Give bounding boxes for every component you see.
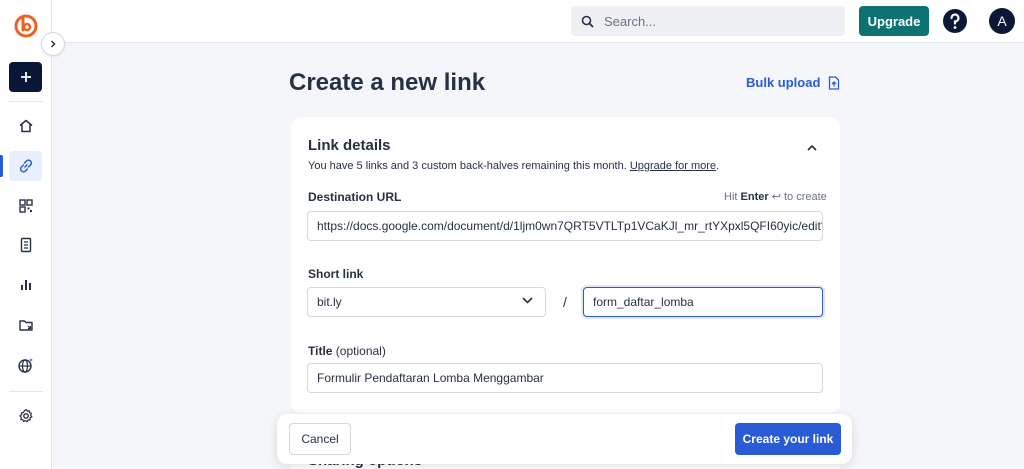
link-icon (19, 159, 32, 173)
page-icon (20, 237, 31, 253)
page-title: Create a new link (289, 69, 486, 96)
hint-key: Enter (740, 191, 769, 203)
sidebar-item-links[interactable] (0, 151, 42, 181)
destination-url-label: Destination URL (308, 190, 402, 204)
chevron-up-icon (807, 144, 817, 151)
bitly-logo[interactable] (13, 12, 39, 38)
chevron-right-icon (50, 40, 56, 48)
period: . (716, 160, 720, 172)
bulk-upload-link[interactable]: Bulk upload (746, 75, 840, 90)
link-details-card: Link details You have 5 links and 3 cust… (291, 117, 840, 413)
domain-value: bit.ly (317, 295, 342, 309)
create-link-button[interactable]: Create your link (735, 423, 841, 455)
qr-code-icon (18, 199, 33, 213)
sidebar-item-home[interactable] (9, 111, 42, 141)
gear-icon (18, 408, 32, 423)
file-upload-icon (829, 75, 840, 90)
sidebar-item-pages[interactable] (9, 230, 42, 260)
quota-notice: You have 5 links and 3 custom back-halve… (308, 160, 719, 172)
link-details-heading: Link details (308, 137, 391, 154)
path-separator: / (563, 294, 567, 310)
title-label-text: Title (308, 344, 333, 358)
cancel-button[interactable]: Cancel (289, 423, 351, 455)
avatar[interactable]: A (989, 8, 1015, 34)
upgrade-button[interactable]: Upgrade (859, 6, 929, 36)
plus-icon (20, 72, 31, 82)
sidebar-expand-button[interactable] (41, 32, 65, 56)
form-footer: Cancel Create your link (277, 414, 852, 464)
sidebar-item-campaigns[interactable] (9, 310, 42, 340)
home-icon (19, 119, 32, 133)
hint-prefix: Hit (724, 191, 738, 203)
search-icon (581, 15, 594, 28)
sidebar-divider (9, 101, 43, 102)
search-input[interactable] (604, 13, 824, 29)
sidebar-item-settings[interactable] (9, 401, 42, 431)
title-label: Title (optional) (308, 344, 386, 358)
quota-text: You have 5 links and 3 custom back-halve… (308, 160, 627, 172)
help-button[interactable] (942, 8, 968, 34)
bar-chart-icon (20, 280, 31, 290)
chevron-down-icon (522, 297, 533, 304)
active-indicator (0, 155, 3, 177)
top-bar: Upgrade A (52, 0, 1024, 43)
domain-select[interactable]: bit.ly (307, 287, 546, 317)
short-link-label: Short link (308, 267, 364, 281)
sidebar-item-qr-codes[interactable] (9, 191, 42, 221)
back-half-input[interactable]: form_daftar_lomba (583, 287, 823, 317)
sidebar-item-custom-domains[interactable] (9, 350, 42, 380)
sidebar (0, 0, 52, 469)
sidebar-divider (9, 391, 43, 392)
globe-icon (17, 358, 33, 373)
collapse-section-button[interactable] (807, 138, 817, 156)
sidebar-item-analytics[interactable] (9, 270, 42, 300)
enter-key-icon: ↩ (771, 191, 781, 203)
enter-hint: Hit Enter ↩ to create (724, 190, 827, 203)
title-input[interactable]: Formulir Pendaftaran Lomba Menggambar (307, 363, 823, 393)
create-new-button[interactable] (9, 62, 42, 92)
optional-tag: (optional) (335, 344, 386, 358)
hint-suffix: to create (783, 191, 827, 203)
bulk-upload-label: Bulk upload (746, 75, 821, 90)
folder-icon (18, 320, 33, 331)
question-icon (943, 9, 967, 33)
search-box[interactable] (571, 6, 845, 36)
destination-url-input[interactable]: https://docs.google.com/document/d/1ljm0… (307, 211, 823, 241)
upgrade-for-more-link[interactable]: Upgrade for more (630, 160, 716, 172)
